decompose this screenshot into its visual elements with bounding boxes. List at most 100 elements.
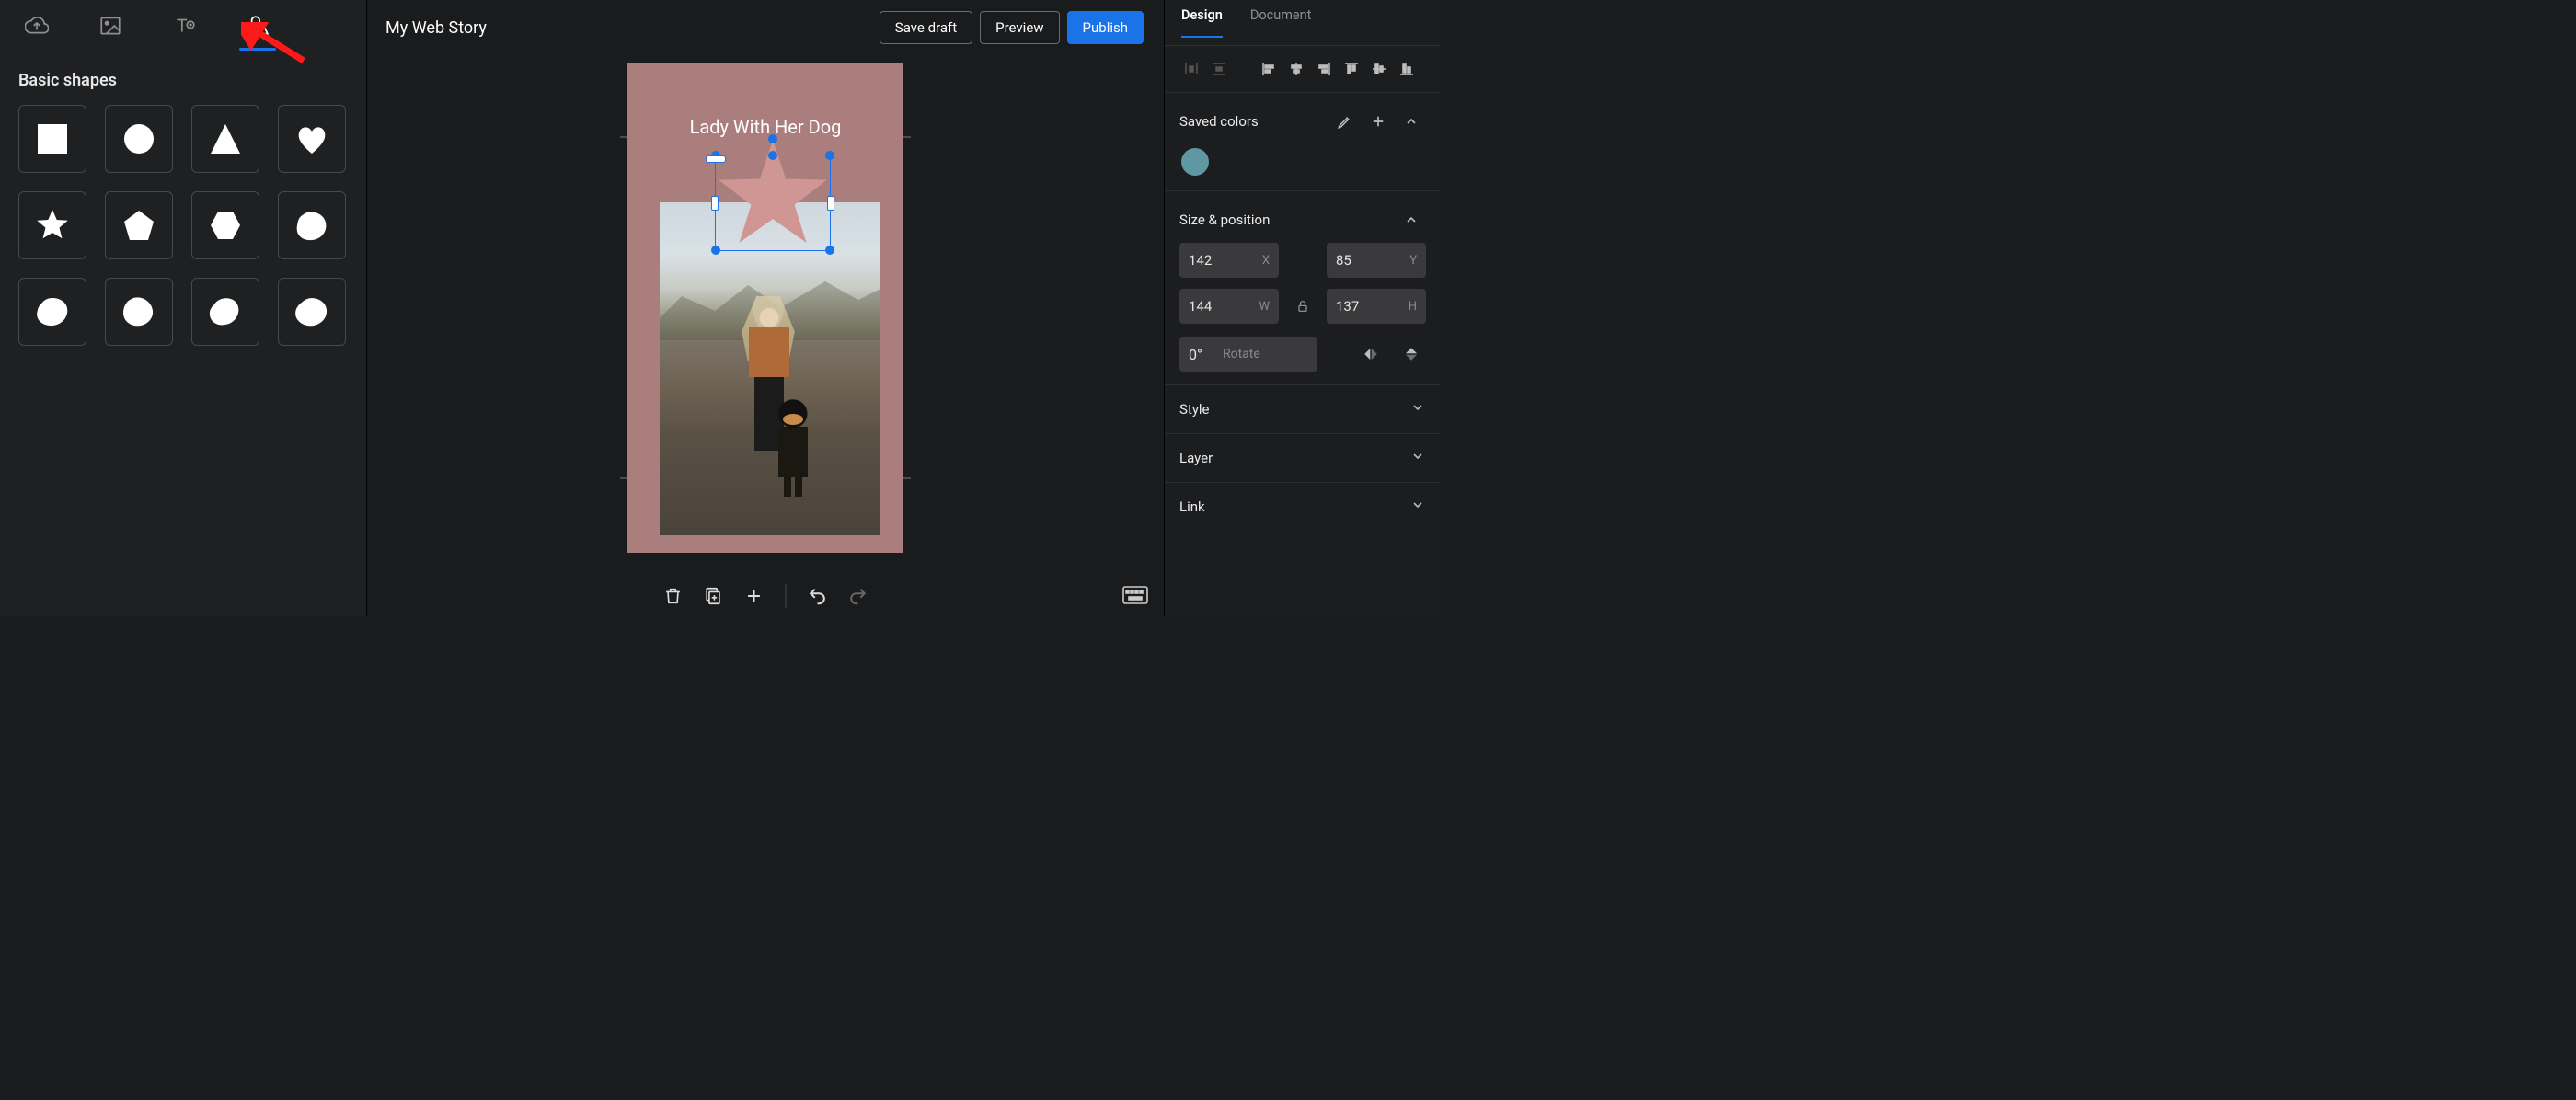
safe-zone-tick — [903, 477, 911, 479]
shape-triangle[interactable] — [191, 105, 259, 173]
align-left-icon[interactable] — [1255, 55, 1282, 83]
align-bottom-icon[interactable] — [1393, 55, 1420, 83]
link-title: Link — [1179, 498, 1205, 515]
undo-button[interactable] — [805, 583, 831, 609]
h-label: H — [1409, 300, 1417, 314]
story-image[interactable] — [660, 202, 880, 535]
distribute-v-icon[interactable] — [1205, 55, 1233, 83]
tab-text[interactable] — [155, 0, 213, 51]
left-tabbar — [0, 0, 366, 51]
safe-zone-tick — [620, 477, 627, 479]
right-tabs: Design Document — [1165, 0, 1440, 46]
alignment-row — [1165, 46, 1440, 93]
resize-handle-ml[interactable] — [711, 196, 719, 211]
story-title[interactable]: My Web Story — [385, 18, 487, 38]
tab-media[interactable] — [81, 0, 140, 51]
separator — [786, 584, 787, 608]
keyboard-shortcuts-button[interactable] — [1120, 583, 1151, 607]
flip-vertical-icon[interactable] — [1397, 340, 1425, 368]
w-field[interactable]: 144 W — [1179, 289, 1279, 324]
shape-blob-4[interactable] — [191, 278, 259, 346]
shape-hexagon[interactable] — [191, 191, 259, 259]
shape-square[interactable] — [18, 105, 86, 173]
rotate-handle[interactable] — [768, 134, 777, 143]
safe-zone-tick — [903, 136, 911, 138]
shape-blob-1[interactable] — [278, 191, 346, 259]
shape-pentagon[interactable] — [105, 191, 173, 259]
save-draft-button[interactable]: Save draft — [880, 11, 972, 44]
page-caption[interactable]: Lady With Her Dog — [627, 116, 903, 138]
center-area: My Web Story Save draft Preview Publish … — [367, 0, 1164, 616]
distribute-h-icon[interactable] — [1178, 55, 1205, 83]
shape-blob-2[interactable] — [18, 278, 86, 346]
h-value: 137 — [1336, 298, 1359, 315]
resize-handle-bm[interactable] — [706, 155, 726, 163]
shape-heart[interactable] — [278, 105, 346, 173]
add-page-button[interactable] — [742, 583, 767, 609]
top-bar: My Web Story Save draft Preview Publish — [367, 0, 1164, 55]
redo-button[interactable] — [845, 583, 871, 609]
delete-page-button[interactable] — [661, 583, 686, 609]
story-page[interactable]: Lady With Her Dog — [627, 63, 903, 553]
chevron-down-icon — [1410, 498, 1425, 516]
x-field[interactable]: 142 X — [1179, 243, 1279, 278]
add-color-icon[interactable] — [1364, 108, 1392, 135]
y-value: 85 — [1336, 252, 1351, 269]
canvas[interactable]: Lady With Her Dog — [367, 55, 1164, 616]
x-value: 142 — [1189, 252, 1212, 269]
x-label: X — [1262, 254, 1270, 268]
lock-aspect-icon[interactable] — [1290, 299, 1316, 314]
rotate-value: 0° — [1189, 346, 1202, 363]
duplicate-page-button[interactable] — [701, 583, 727, 609]
selection-box[interactable] — [715, 155, 831, 251]
tab-document[interactable]: Document — [1250, 7, 1312, 38]
collapse-colors-icon[interactable] — [1397, 108, 1425, 135]
tab-upload[interactable] — [7, 0, 66, 51]
shape-blob-3[interactable] — [105, 278, 173, 346]
size-position-section: Size & position 142 X 85 Y 144 W 137 H — [1165, 191, 1440, 385]
flip-horizontal-icon[interactable] — [1357, 340, 1385, 368]
saved-colors-section: Saved colors — [1165, 93, 1440, 191]
page-action-bar — [661, 583, 871, 609]
shapes-panel-title: Basic shapes — [18, 71, 348, 90]
resize-handle-mr[interactable] — [827, 196, 834, 211]
align-top-icon[interactable] — [1338, 55, 1365, 83]
style-title: Style — [1179, 401, 1210, 418]
preview-button[interactable]: Preview — [980, 11, 1059, 44]
style-section[interactable]: Style — [1165, 385, 1440, 434]
resize-handle-br[interactable] — [825, 246, 834, 255]
h-field[interactable]: 137 H — [1327, 289, 1426, 324]
chevron-down-icon — [1410, 400, 1425, 418]
layer-title: Layer — [1179, 450, 1213, 466]
right-panel: Design Document Saved colors — [1164, 0, 1440, 616]
shape-circle[interactable] — [105, 105, 173, 173]
rotate-label: Rotate — [1223, 347, 1260, 361]
link-section[interactable]: Link — [1165, 483, 1440, 531]
edit-colors-icon[interactable] — [1331, 108, 1359, 135]
rotate-field[interactable]: 0° Rotate — [1179, 337, 1317, 372]
image-dog — [766, 395, 820, 497]
y-field[interactable]: 85 Y — [1327, 243, 1426, 278]
w-label: W — [1259, 300, 1270, 314]
shapes-panel: Basic shapes — [0, 51, 366, 366]
publish-button[interactable]: Publish — [1067, 11, 1144, 44]
resize-handle-tm[interactable] — [768, 151, 777, 160]
resize-handle-bl[interactable] — [711, 246, 720, 255]
shape-blob-5[interactable] — [278, 278, 346, 346]
align-center-icon[interactable] — [1282, 55, 1310, 83]
shape-grid — [18, 105, 348, 346]
layer-section[interactable]: Layer — [1165, 434, 1440, 483]
saved-colors-title: Saved colors — [1179, 113, 1259, 130]
tab-design[interactable]: Design — [1181, 7, 1223, 38]
top-buttons: Save draft Preview Publish — [880, 11, 1144, 44]
w-value: 144 — [1189, 298, 1212, 315]
left-panel: Basic shapes — [0, 0, 367, 616]
shape-star[interactable] — [18, 191, 86, 259]
align-middle-icon[interactable] — [1365, 55, 1393, 83]
align-right-icon[interactable] — [1310, 55, 1338, 83]
collapse-size-icon[interactable] — [1397, 206, 1425, 234]
resize-handle-tr[interactable] — [825, 151, 834, 160]
size-position-title: Size & position — [1179, 212, 1270, 228]
color-swatch[interactable] — [1181, 148, 1209, 176]
tab-shapes[interactable] — [228, 0, 287, 51]
